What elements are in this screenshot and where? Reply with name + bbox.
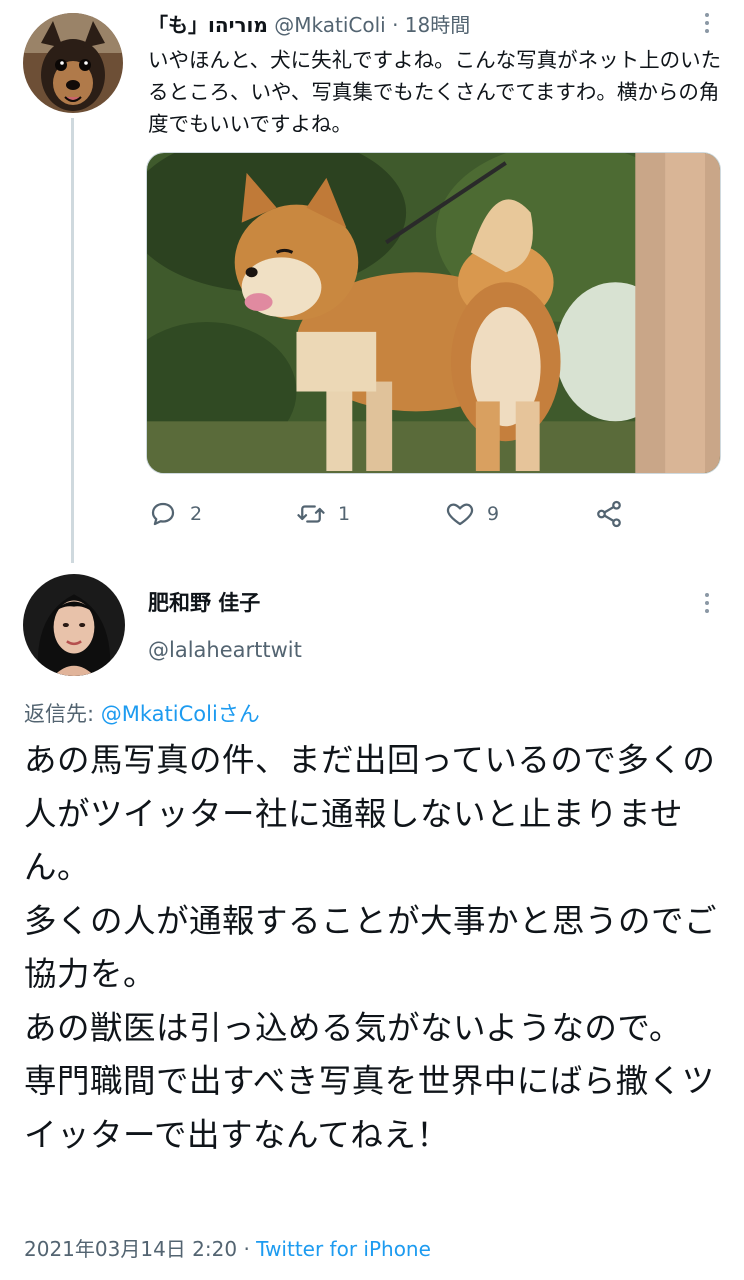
retweet-action[interactable]: 1 [296, 496, 350, 532]
dog-avatar-image [23, 13, 123, 113]
tweet-text: いやほんと、犬に失礼ですよね。こんな写真がネット上のいたるところ、いや、写真集で… [148, 48, 722, 136]
shiba-inu-photo-icon [147, 153, 720, 473]
display-name[interactable]: 肥和野 佳子 [148, 586, 260, 620]
tweet-text: あの馬写真の件、まだ出回っているので多くの人がツイッター社に通報しないと止まりま… [24, 741, 718, 1154]
meta-separator: · [392, 13, 399, 37]
tweet-media-photo[interactable] [146, 152, 721, 474]
handle[interactable]: @MkatiColi [274, 13, 385, 37]
like-action[interactable]: 9 [445, 496, 499, 532]
heart-icon [446, 503, 474, 526]
reply-icon [151, 502, 175, 526]
avatar[interactable] [23, 574, 125, 676]
share-icon [597, 500, 621, 528]
share-action[interactable] [594, 496, 624, 532]
replying-to-link[interactable]: @MkatiColiさん [101, 702, 260, 726]
timestamp[interactable]: 18時間 [405, 13, 470, 37]
retweet-icon [297, 505, 325, 523]
tweet-metadata: 2021年03月14日 2:20 · Twitter for iPhone [24, 1233, 431, 1265]
thread-connector-line [71, 118, 74, 563]
replying-to-line: 返信先: @MkatiColiさん [24, 697, 260, 731]
handle[interactable]: @lalaheartt​wit [148, 633, 302, 667]
woman-avatar-image [23, 574, 125, 676]
reply-count: 2 [190, 503, 203, 525]
source-link[interactable]: Twitter for iPhone [256, 1237, 431, 1261]
meta-separator: · [243, 1237, 250, 1261]
retweet-count: 1 [338, 503, 351, 525]
replying-to-label: 返信先: [24, 702, 101, 726]
avatar[interactable] [23, 13, 123, 113]
like-count: 9 [487, 503, 500, 525]
tweet-header: 「も」מוריהו @MkatiColi · 18時間 [148, 10, 470, 42]
more-options-icon[interactable] [697, 8, 717, 38]
tweet-date[interactable]: 2021年03月14日 2:20 [24, 1237, 237, 1261]
display-name[interactable]: 「も」מוריהו [148, 13, 268, 37]
reply-action[interactable]: 2 [148, 496, 202, 532]
more-options-icon[interactable] [697, 588, 717, 618]
